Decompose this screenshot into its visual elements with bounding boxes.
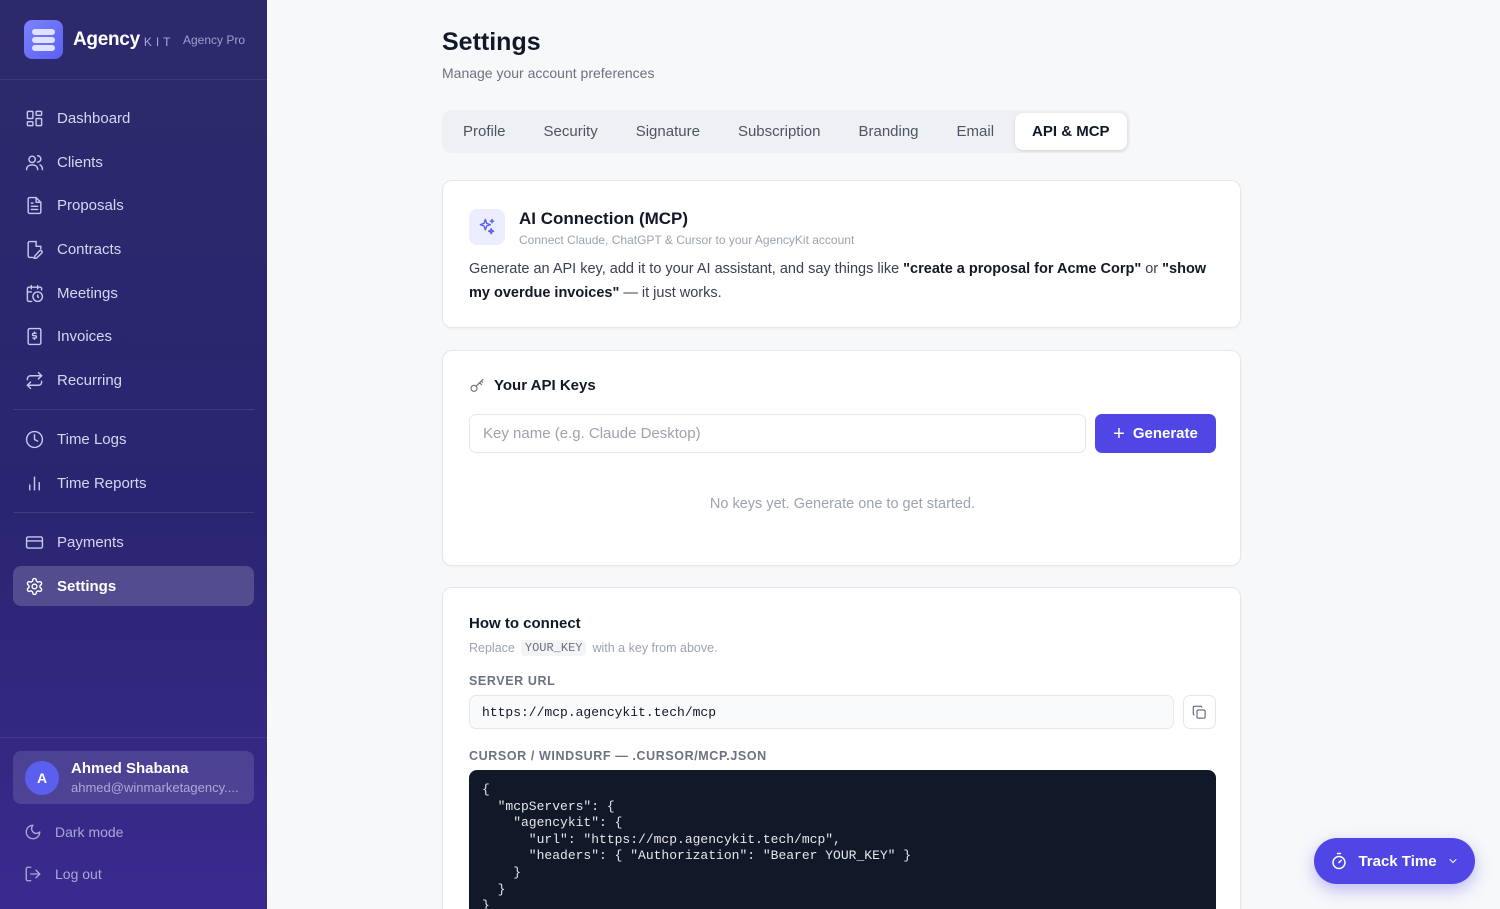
sidebar-item-payments[interactable]: Payments	[13, 522, 254, 562]
code-line: }	[482, 898, 490, 909]
document-icon	[27, 196, 42, 214]
credit-card-icon	[25, 535, 44, 549]
user-email: ahmed@winmarketagency....	[71, 780, 239, 795]
code-line: "url": "https://mcp.agencykit.tech/mcp",	[482, 831, 841, 847]
brand-suffix: KIT	[143, 34, 175, 49]
sidebar-item-dashboard[interactable]: Dashboard	[13, 98, 254, 138]
sidebar-item-label: Recurring	[57, 371, 123, 389]
tab-api-mcp[interactable]: API & MCP	[1015, 113, 1127, 150]
key-name-input[interactable]	[469, 414, 1086, 453]
empty-keys-message: No keys yet. Generate one to get started…	[709, 496, 976, 512]
sidebar-item-time-reports[interactable]: Time Reports	[13, 463, 254, 503]
calendar-clock-icon	[26, 284, 44, 302]
code-line: {	[482, 782, 490, 797]
copy-icon	[1192, 705, 1206, 719]
bar-chart-icon	[29, 475, 40, 491]
settings-tabs: Profile Security Signature Subscription …	[442, 110, 1130, 153]
code-line: "agencykit": {	[482, 815, 623, 831]
sidebar-item-label: Payments	[57, 533, 124, 551]
code-line: }	[482, 864, 522, 880]
code-line: }	[482, 881, 506, 897]
plan-badge: Agency Pro	[183, 33, 246, 47]
contract-icon	[27, 240, 43, 259]
gear-icon	[26, 577, 43, 595]
sidebar-item-label: Contracts	[57, 240, 122, 258]
api-keys-card: Your API Keys +Generate No keys yet. Gen…	[442, 350, 1241, 566]
inline-code: YOUR_KEY	[520, 640, 587, 656]
sidebar-item-recurring[interactable]: Recurring	[13, 360, 254, 400]
sidebar-item-label: Settings	[57, 577, 117, 595]
tab-email[interactable]: Email	[940, 113, 1012, 150]
sidebar-item-label: Dashboard	[57, 109, 131, 127]
avatar: A	[25, 760, 59, 795]
brand-name: Agency	[73, 28, 140, 50]
copy-button[interactable]	[1183, 695, 1216, 729]
key-icon	[470, 378, 484, 392]
tab-signature[interactable]: Signature	[619, 113, 717, 150]
divider	[13, 512, 254, 513]
brand-logo[interactable]: Agency KIT	[24, 20, 175, 59]
mcp-description: Generate an API key, add it to your AI a…	[469, 261, 1207, 301]
sidebar-item-label: Clients	[57, 153, 103, 171]
clock-icon	[25, 430, 44, 448]
moon-icon	[25, 824, 41, 840]
tab-profile[interactable]: Profile	[445, 113, 523, 150]
sidebar-item-clients[interactable]: Clients	[13, 142, 254, 182]
sidebar-item-label: Proposals	[57, 196, 124, 214]
api-keys-heading: Your API Keys	[469, 377, 596, 394]
howto-title: How to connect	[469, 615, 581, 632]
divider	[13, 409, 254, 410]
server-url-label: SERVER URL	[469, 674, 556, 688]
page-subtitle: Manage your account preferences	[442, 65, 655, 81]
tab-branding[interactable]: Branding	[841, 113, 935, 150]
how-to-connect-card: How to connect Replace YOUR_KEY with a key…	[442, 587, 1241, 909]
sidebar-item-label: Meetings	[57, 284, 118, 302]
page-title: Settings	[442, 28, 541, 56]
logout-icon	[25, 866, 41, 882]
repeat-icon	[26, 371, 43, 389]
logout-button[interactable]: Log out	[24, 865, 102, 883]
sparkles-icon	[469, 209, 505, 245]
dark-mode-toggle[interactable]: Dark mode	[24, 823, 123, 841]
divider	[0, 79, 267, 80]
ai-connection-card: AI Connection (MCP) Connect Claude, Chat…	[442, 180, 1241, 328]
sidebar-item-invoices[interactable]: Invoices	[13, 316, 254, 356]
divider	[0, 737, 267, 738]
mcp-subtitle: Connect Claude, ChatGPT & Cursor to your…	[519, 233, 855, 247]
sidebar-item-settings[interactable]: Settings	[13, 566, 254, 606]
sidebar: Agency KIT Agency Pro Dashboard Clients …	[0, 0, 267, 909]
generate-button[interactable]: + Generate	[1095, 414, 1216, 453]
server-url-field[interactable]: https://mcp.agencykit.tech/mcp	[469, 695, 1174, 729]
sidebar-item-label: Invoices	[57, 327, 113, 345]
tab-subscription[interactable]: Subscription	[721, 113, 838, 150]
user-profile-card[interactable]: A Ahmed Shabana ahmed@winmarketagency...…	[13, 751, 254, 804]
cursor-config-label: CURSOR / WINDSURF — .CURSOR/MCP.JSON	[469, 749, 767, 763]
code-line: "mcpServers": {	[482, 798, 615, 814]
tab-security[interactable]: Security	[527, 113, 615, 150]
users-icon	[25, 154, 44, 170]
dark-mode-label: Dark mode	[55, 824, 124, 840]
sidebar-item-label: Time Reports	[57, 474, 147, 492]
mcp-title: AI Connection (MCP)	[519, 209, 689, 228]
sidebar-item-label: Time Logs	[57, 430, 127, 448]
dashboard-icon	[26, 110, 43, 126]
plus-icon: +	[1113, 422, 1125, 445]
invoice-icon	[27, 327, 42, 345]
user-name: Ahmed Shabana	[71, 760, 189, 777]
agencykit-logo-icon	[24, 20, 63, 59]
track-time-button[interactable]: Track Time	[1314, 838, 1475, 884]
stopwatch-icon	[1332, 852, 1347, 870]
sidebar-item-meetings[interactable]: Meetings	[13, 273, 254, 313]
logout-label: Log out	[55, 866, 102, 882]
sidebar-item-proposals[interactable]: Proposals	[13, 185, 254, 225]
sidebar-item-contracts[interactable]: Contracts	[13, 229, 254, 269]
code-line: "headers": { "Authorization": "Bearer YO…	[482, 848, 912, 864]
config-code-block[interactable]: { "mcpServers": { "agencykit": { "url": …	[469, 770, 1216, 909]
chevron-down-icon	[1449, 859, 1457, 864]
howto-subtitle: Replace YOUR_KEY with a key from above.	[469, 640, 718, 656]
sidebar-item-time-logs[interactable]: Time Logs	[13, 419, 254, 459]
